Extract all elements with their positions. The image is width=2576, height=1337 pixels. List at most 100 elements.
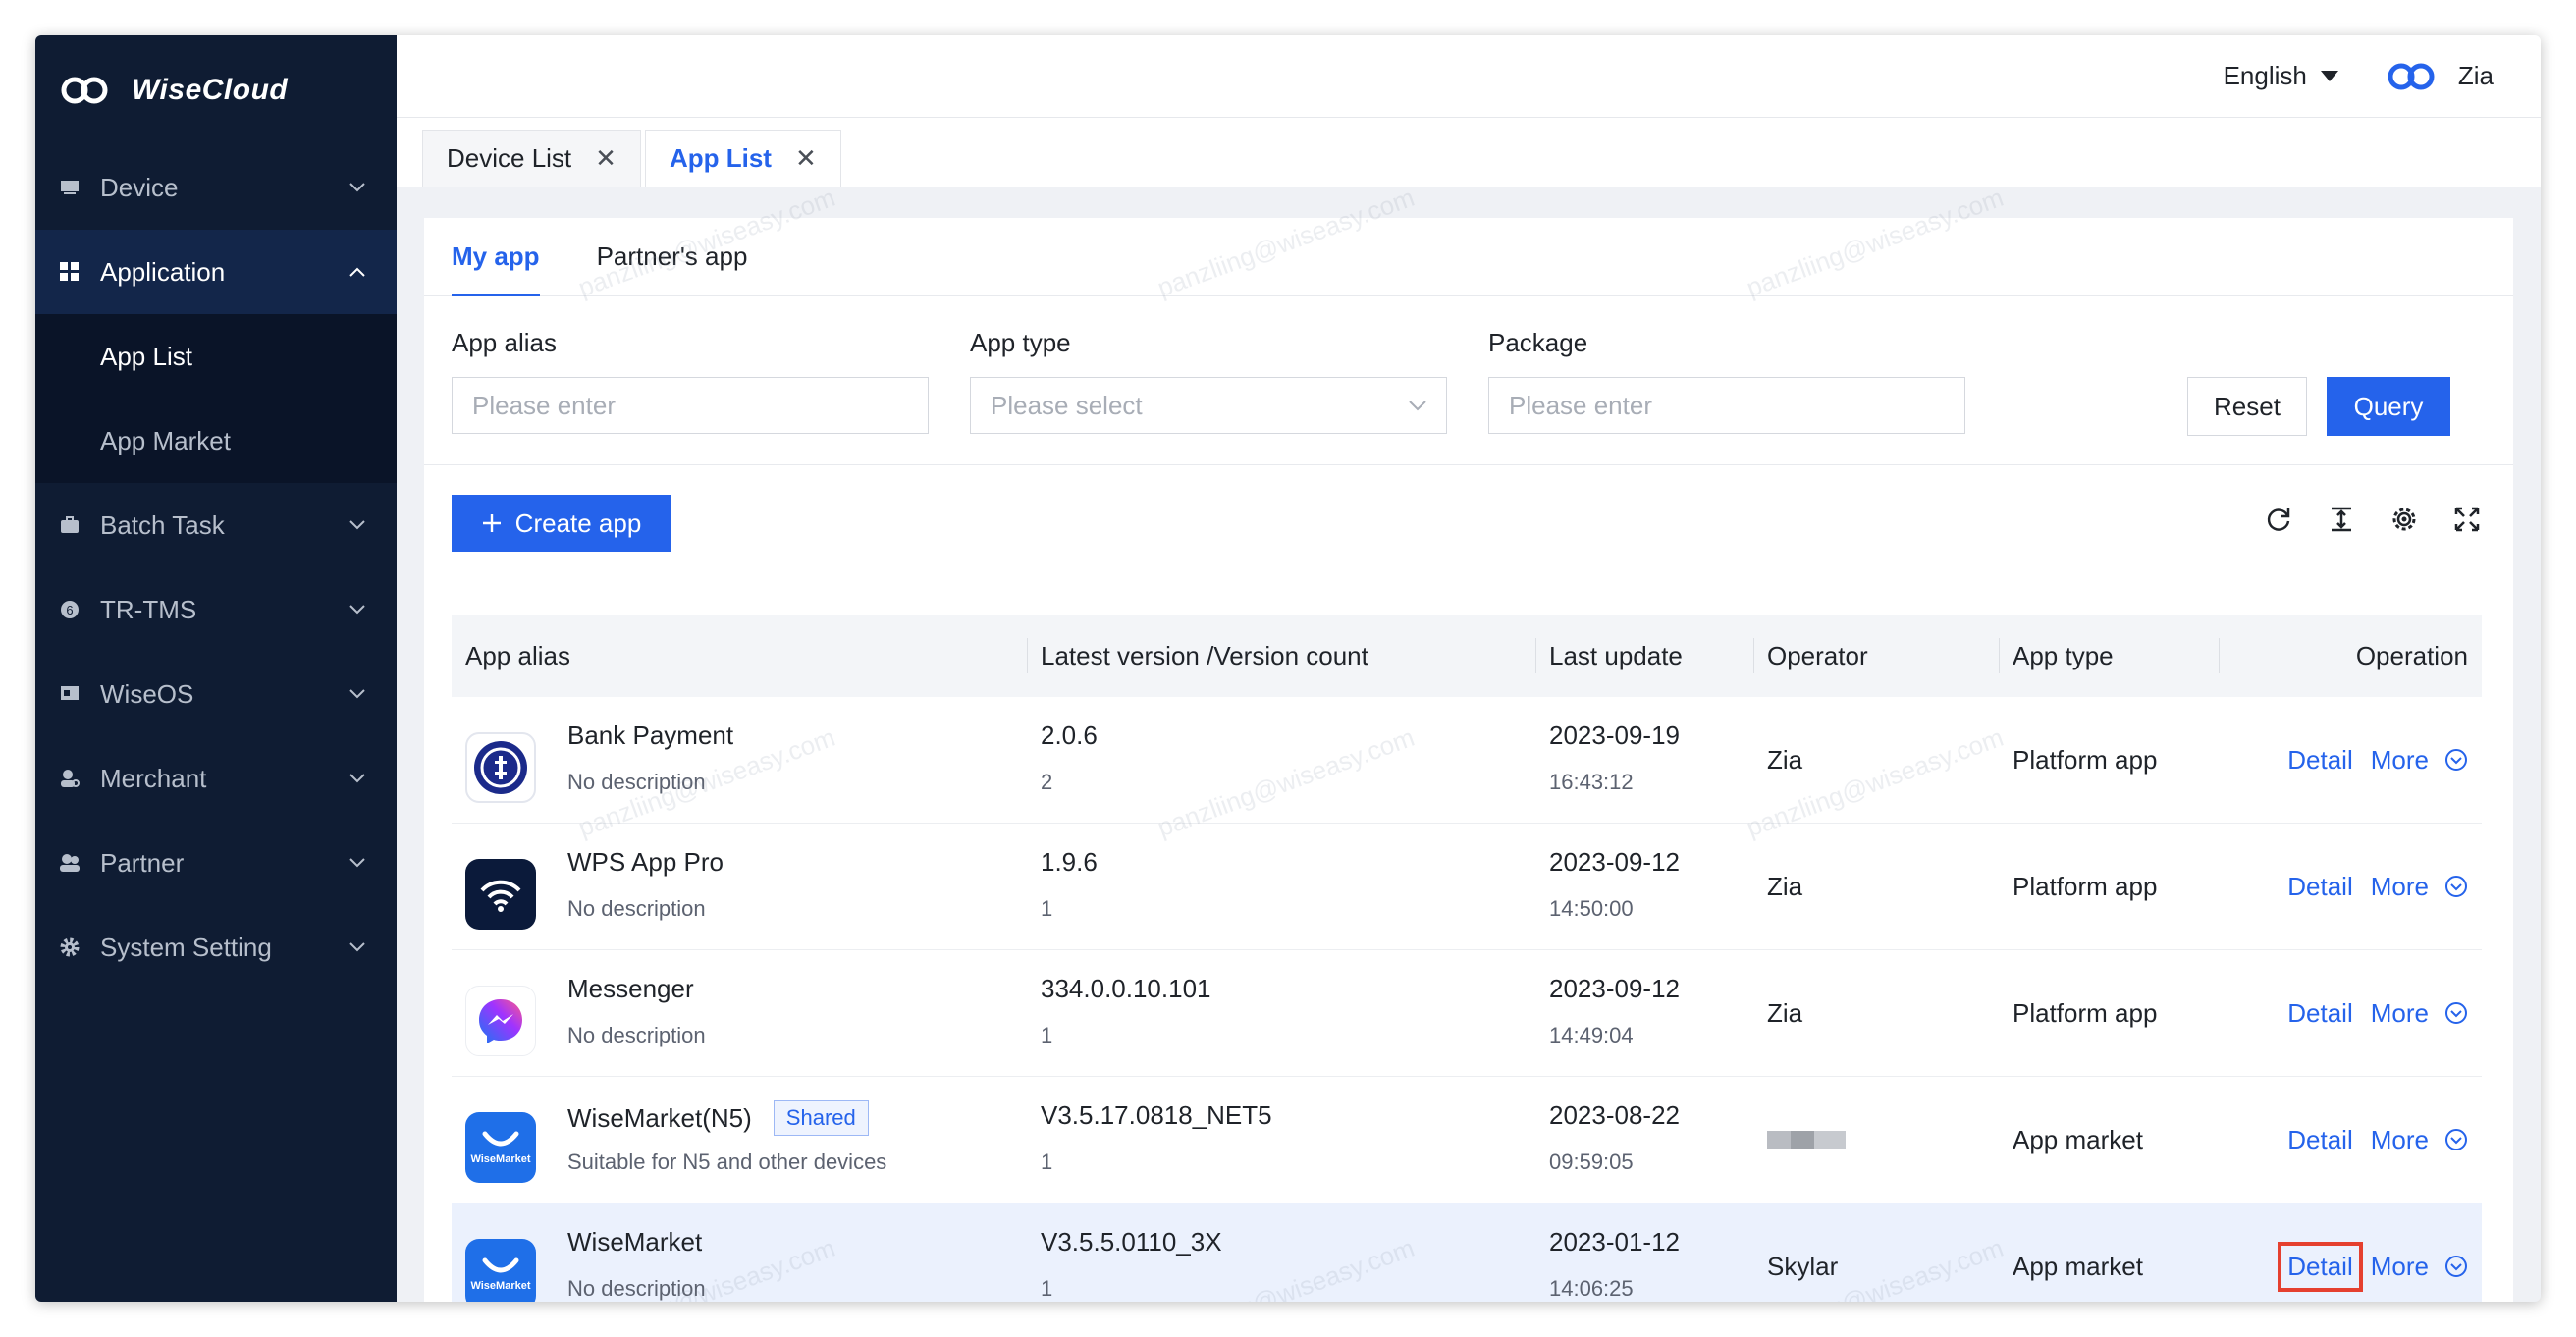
create-app-button[interactable]: Create app — [452, 495, 671, 552]
user-menu[interactable]: Zia — [2386, 61, 2494, 91]
bank-payment-icon — [465, 732, 536, 803]
tab-app-list[interactable]: App List ✕ — [644, 130, 841, 187]
chevron-circle-down-icon — [2445, 1256, 2467, 1277]
operator-cell: Zia — [1753, 697, 1999, 823]
sidebar-item-label: System Setting — [100, 932, 272, 962]
application-submenu: App List App Market — [35, 314, 397, 483]
create-app-label: Create app — [514, 508, 642, 538]
topbar: English Zia — [397, 35, 2541, 118]
app-cell: WiseMarket WiseMarket(N5) Shared Suitabl… — [452, 1077, 1027, 1203]
app-name-text: WPS App Pro — [567, 847, 724, 877]
sidebar-item-wiseos[interactable]: WiseOS — [35, 652, 397, 736]
tab-my-app[interactable]: My app — [452, 217, 540, 296]
sidebar-item-partner[interactable]: Partner — [35, 821, 397, 905]
sidebar-item-label: Merchant — [100, 763, 207, 793]
chevron-down-icon — [346, 513, 369, 537]
app-name-text: WiseMarket — [567, 1227, 703, 1257]
placeholder-text: Please enter — [472, 390, 616, 420]
briefcase-icon — [59, 514, 80, 536]
sidebar-subitem-app-list[interactable]: App List — [35, 314, 397, 399]
chevron-up-icon — [346, 260, 369, 284]
placeholder-text: Please enter — [1509, 390, 1652, 420]
reset-button[interactable]: Reset — [2187, 377, 2307, 436]
app-type-select[interactable]: Please select — [970, 377, 1447, 434]
detail-link[interactable]: Detail — [2287, 998, 2352, 1029]
table-row: WiseMarket WiseMarket(N5) Shared Suitabl… — [452, 1077, 2482, 1203]
sidebar-item-tr-tms[interactable]: 6 TR-TMS — [35, 567, 397, 652]
row-density-icon[interactable] — [2327, 505, 2356, 534]
wisemarket-icon-text: WiseMarket — [470, 1280, 531, 1292]
app-alias-input[interactable]: Please enter — [452, 377, 929, 434]
filter-app-type: App type Please select — [970, 328, 1447, 434]
app-cell: WiseMarket WiseMarket No description — [452, 1203, 1027, 1302]
tab-label: App List — [669, 143, 772, 173]
sidebar-item-label: Device — [100, 172, 179, 202]
column-header: Operation — [2219, 615, 2482, 697]
more-dropdown[interactable]: More — [2371, 745, 2468, 775]
chevron-circle-down-icon — [2445, 1129, 2467, 1150]
more-dropdown[interactable]: More — [2371, 998, 2468, 1029]
tab-device-list[interactable]: Device List ✕ — [422, 130, 641, 187]
grid-icon — [59, 261, 80, 283]
detail-link[interactable]: Detail — [2287, 872, 2352, 902]
latest-version: 2.0.6 — [1041, 721, 1098, 750]
avatar — [2388, 63, 2435, 89]
filter-label: App type — [970, 328, 1071, 357]
sidebar-item-system-setting[interactable]: System Setting — [35, 905, 397, 989]
last-update-cell: 2023-08-22 09:59:05 — [1535, 1077, 1753, 1203]
filter-app-alias: App alias Please enter — [452, 328, 929, 434]
app-name-text: WiseMarket(N5) — [567, 1102, 752, 1133]
tab-label: Device List — [447, 143, 572, 173]
more-label: More — [2370, 1251, 2429, 1281]
app-name: WiseMarket(N5) Shared — [567, 1100, 869, 1136]
messenger-icon — [465, 986, 536, 1056]
operator-name: Zia — [1767, 871, 1803, 901]
operator-cell: Zia — [1753, 824, 1999, 949]
operation-cell: Detail More — [2219, 950, 2482, 1076]
sidebar-item-label: Batch Task — [100, 509, 225, 540]
brand-logo[interactable]: WiseCloud — [35, 35, 397, 145]
update-time: 09:59:05 — [1549, 1150, 1634, 1174]
sidebar-subitem-app-market[interactable]: App Market — [35, 399, 397, 483]
operator-name: Zia — [1767, 997, 1803, 1028]
column-header[interactable]: Latest version /Version count — [1027, 615, 1535, 697]
app-name-text: Bank Payment — [567, 721, 734, 750]
sidebar-item-device[interactable]: Device — [35, 145, 397, 230]
close-icon[interactable]: ✕ — [795, 143, 817, 174]
operator-name: Skylar — [1767, 1251, 1839, 1281]
close-icon[interactable]: ✕ — [595, 143, 617, 174]
app-type-cell: Platform app — [1999, 950, 2219, 1076]
fullscreen-icon[interactable] — [2452, 505, 2482, 534]
package-input[interactable]: Please enter — [1488, 377, 1965, 434]
app-cell: WPS App Pro No description — [452, 824, 1027, 949]
column-header[interactable]: Last update — [1535, 615, 1753, 697]
settings-icon[interactable] — [2389, 505, 2419, 534]
table-row: Messenger No description 334.0.0.10.101 … — [452, 950, 2482, 1077]
sidebar-item-batch-task[interactable]: Batch Task — [35, 483, 397, 567]
version-count: 2 — [1041, 770, 1053, 794]
update-date: 2023-09-12 — [1549, 974, 1680, 1003]
column-header[interactable]: App type — [1999, 615, 2219, 697]
wisemarket-icon: WiseMarket — [465, 1112, 536, 1183]
detail-link[interactable]: Detail — [2287, 745, 2352, 775]
detail-link[interactable]: Detail — [2278, 1241, 2363, 1292]
last-update-cell: 2023-09-12 14:49:04 — [1535, 950, 1753, 1076]
gear-icon — [59, 936, 80, 958]
sidebar-item-merchant[interactable]: Merchant — [35, 736, 397, 821]
more-dropdown[interactable]: More — [2371, 872, 2468, 902]
app-type: Platform app — [2012, 871, 2158, 901]
tab-partners-app[interactable]: Partner's app — [597, 217, 748, 295]
more-label: More — [2370, 997, 2429, 1028]
detail-link[interactable]: Detail — [2287, 1125, 2352, 1155]
column-header[interactable]: App alias — [452, 615, 1027, 697]
query-button[interactable]: Query — [2327, 377, 2450, 436]
update-date: 2023-09-19 — [1549, 721, 1680, 750]
app-name: Messenger — [567, 974, 694, 1004]
refresh-icon[interactable] — [2264, 505, 2293, 534]
more-dropdown[interactable]: More — [2371, 1125, 2468, 1155]
language-selector[interactable]: English — [2224, 61, 2338, 91]
column-header[interactable]: Operator — [1753, 615, 1999, 697]
more-dropdown[interactable]: More — [2371, 1252, 2468, 1282]
operator-cell: Zia — [1753, 950, 1999, 1076]
sidebar-item-application[interactable]: Application — [35, 230, 397, 314]
